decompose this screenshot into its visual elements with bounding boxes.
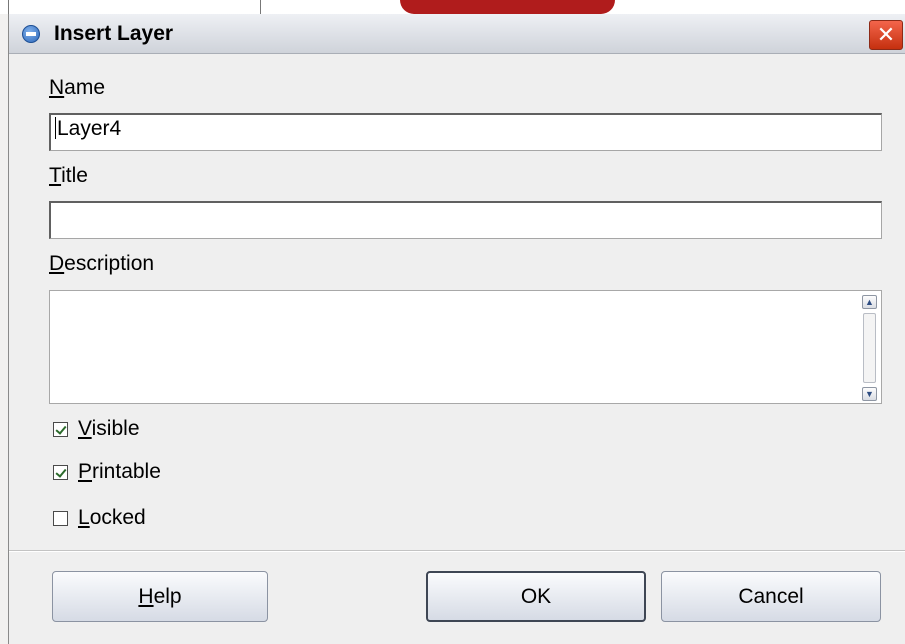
visible-label-rest: isible — [91, 417, 140, 440]
description-label-accel: D — [49, 252, 65, 275]
ok-label: OK — [520, 585, 552, 608]
locked-label-rest: ocked — [89, 506, 146, 529]
locked-checkbox[interactable]: Locked — [53, 506, 146, 530]
title-label-accel: T — [49, 164, 62, 187]
text-caret — [55, 117, 56, 139]
printable-label-accel: P — [78, 460, 93, 483]
name-field[interactable]: Layer4 — [49, 113, 882, 151]
printable-checkbox[interactable]: Printable — [53, 460, 161, 484]
close-button[interactable]: ✕ — [869, 20, 903, 50]
description-scrollbar[interactable]: ▲ ▼ — [862, 295, 877, 401]
title-field[interactable] — [49, 201, 882, 239]
ok-button[interactable]: OK — [426, 571, 646, 622]
locked-check-box[interactable] — [53, 510, 68, 526]
scroll-track[interactable] — [863, 313, 876, 383]
visible-label: Visible — [78, 417, 140, 441]
help-label-accel: H — [138, 585, 154, 608]
scroll-down-icon: ▼ — [865, 389, 874, 399]
background-red-tab — [400, 0, 615, 14]
visible-label-accel: V — [78, 417, 92, 440]
help-label-rest: elp — [153, 585, 182, 608]
close-icon: ✕ — [876, 22, 896, 47]
scroll-up-button[interactable]: ▲ — [862, 295, 877, 309]
button-separator — [9, 550, 905, 552]
printable-label-rest: rintable — [92, 460, 161, 483]
title-bar[interactable]: Insert Layer ✕ — [9, 14, 905, 54]
cancel-button[interactable]: Cancel — [661, 571, 881, 622]
printable-check-box[interactable] — [53, 464, 68, 480]
locked-label-accel: L — [78, 506, 90, 529]
scroll-up-icon: ▲ — [865, 297, 874, 307]
background-ruler-tick — [8, 0, 9, 14]
description-textarea[interactable]: ▲ ▼ — [49, 290, 882, 404]
name-label-accel: N — [49, 76, 65, 99]
name-label-rest: ame — [64, 76, 106, 99]
description-label-rest: escription — [64, 252, 155, 275]
printable-label: Printable — [78, 460, 161, 484]
visible-checkbox[interactable]: Visible — [53, 417, 140, 441]
dialog-title: Insert Layer — [54, 22, 174, 45]
locked-label: Locked — [78, 506, 146, 530]
cancel-label: Cancel — [738, 585, 804, 608]
title-label: Title — [49, 164, 88, 188]
name-label: Name — [49, 76, 105, 100]
insert-layer-dialog: Insert Layer ✕ Name Layer4 Title Descrip… — [8, 14, 905, 644]
name-value: Layer4 — [57, 117, 122, 140]
description-label: Description — [49, 252, 154, 276]
scroll-down-button[interactable]: ▼ — [862, 387, 877, 401]
title-label-rest: itle — [61, 164, 88, 187]
help-button[interactable]: Help — [52, 571, 268, 622]
visible-check-box[interactable] — [53, 421, 68, 437]
background-ruler-tick — [260, 0, 261, 14]
app-icon — [22, 25, 40, 43]
